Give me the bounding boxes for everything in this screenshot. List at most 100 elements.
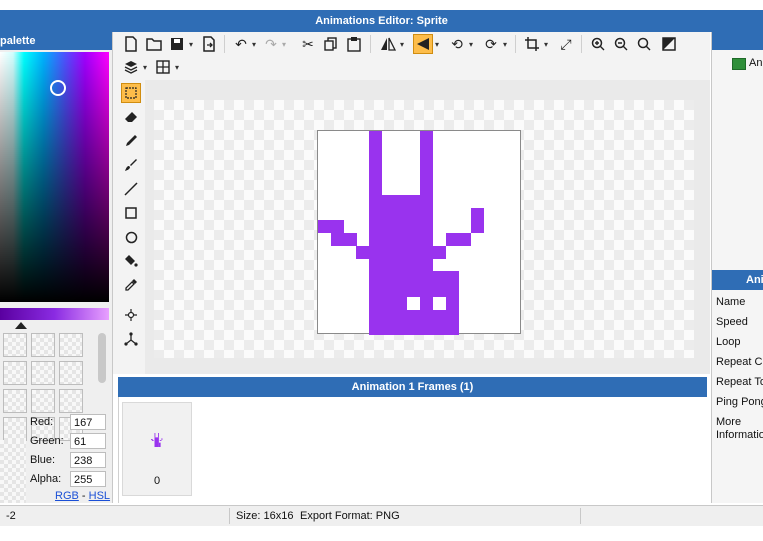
sprite-pixel-block: [318, 220, 344, 233]
swatch[interactable]: [3, 389, 27, 413]
ellipse-tool-icon[interactable]: [121, 227, 141, 247]
window-title: Animations Editor: Sprite: [0, 10, 763, 32]
status-left: -2: [6, 510, 16, 522]
swatch[interactable]: [3, 361, 27, 385]
redo-dropdown-icon[interactable]: ▾: [282, 40, 286, 49]
center-tool-icon[interactable]: [121, 305, 141, 325]
sprite-pixel-block: [471, 208, 484, 233]
blue-field[interactable]: 238: [70, 452, 106, 468]
copy-icon[interactable]: [321, 34, 341, 54]
prop-speed-label: Speed: [716, 316, 748, 328]
color-preview: [0, 440, 26, 503]
swatch[interactable]: [59, 361, 83, 385]
eyedropper-tool-icon[interactable]: [121, 275, 141, 295]
alpha-field[interactable]: 255: [70, 471, 106, 487]
background-icon[interactable]: [659, 34, 679, 54]
green-field[interactable]: 61: [70, 433, 106, 449]
rectangle-tool-icon[interactable]: [121, 203, 141, 223]
link-separator: -: [78, 490, 89, 502]
prop-more-label: More: [716, 416, 742, 428]
flip-vertical-dropdown-icon[interactable]: ▾: [435, 40, 439, 49]
new-file-icon[interactable]: [121, 34, 141, 54]
status-bar: -2 Size: 16x16 Export Format: PNG: [0, 505, 763, 526]
red-field[interactable]: 167: [70, 414, 106, 430]
prop-ping-pong-label: Ping Pong: [716, 396, 763, 408]
color-mode-links: RGB - HSL: [55, 490, 110, 502]
sprite-pixel-block: [369, 131, 382, 195]
prop-information-label: Informatio: [716, 429, 763, 441]
toolbar-separator: [515, 35, 516, 53]
animation-list-item[interactable]: An: [749, 57, 762, 69]
sprite-eye: [407, 297, 420, 310]
sprite-pixel-block: [331, 233, 357, 246]
swatch[interactable]: [31, 361, 55, 385]
alpha-label: Alpha:: [30, 473, 62, 485]
color-picker-handle[interactable]: [50, 80, 66, 96]
undo-dropdown-icon[interactable]: ▾: [252, 40, 256, 49]
line-tool-icon[interactable]: [121, 179, 141, 199]
swatch[interactable]: [3, 333, 27, 357]
rotate-right-icon[interactable]: ⟳: [481, 34, 501, 54]
brush-tool-icon[interactable]: [121, 155, 141, 175]
toolbar-separator: [370, 35, 371, 53]
sprite-pixel-block: [446, 233, 471, 246]
layers-icon[interactable]: [121, 57, 141, 77]
fill-tool-icon[interactable]: [121, 251, 141, 271]
crop-icon[interactable]: [522, 34, 542, 54]
grid-dropdown-icon[interactable]: ▾: [175, 63, 179, 72]
frame-thumbnail[interactable]: 0: [122, 402, 192, 496]
hsl-link[interactable]: HSL: [89, 490, 110, 502]
rotate-right-dropdown-icon[interactable]: ▾: [503, 40, 507, 49]
frames-title: Animation 1 Frames (1): [118, 377, 707, 397]
cut-icon[interactable]: ✂: [298, 34, 318, 54]
status-size: Size: 16x16: [236, 510, 294, 522]
frame-preview: [151, 433, 163, 447]
swatch[interactable]: [31, 389, 55, 413]
hue-slider[interactable]: [0, 308, 109, 320]
save-icon[interactable]: [167, 34, 187, 54]
prop-loop-label: Loop: [716, 336, 741, 348]
zoom-out-icon[interactable]: [611, 34, 631, 54]
open-folder-icon[interactable]: [144, 34, 164, 54]
zoom-in-icon[interactable]: [588, 34, 608, 54]
toolbar-separator: [581, 35, 582, 53]
prop-repeat-count-label: Repeat Co: [716, 356, 763, 368]
main-toolbar: ▾ ↶ ▾ ↷ ▾ ✂ ▾ ▾ ⟲ ▾ ⟳ ▾ ▾ ⤢ ▾ ▾: [113, 32, 710, 81]
frames-panel: [118, 397, 708, 503]
sprite-pixel-block: [433, 246, 446, 259]
transform-tool-icon[interactable]: [121, 329, 141, 349]
layers-dropdown-icon[interactable]: ▾: [143, 63, 147, 72]
green-label: Green:: [30, 435, 64, 447]
status-separator: [580, 508, 581, 524]
rgb-link[interactable]: RGB: [55, 490, 79, 502]
flip-horizontal-icon[interactable]: [378, 34, 398, 54]
resize-icon[interactable]: ⤢: [556, 34, 576, 54]
select-tool-icon[interactable]: [121, 83, 141, 103]
rotate-left-dropdown-icon[interactable]: ▾: [469, 40, 473, 49]
crop-dropdown-icon[interactable]: ▾: [544, 40, 548, 49]
palette-title: palette: [0, 32, 112, 50]
tool-column: [113, 80, 145, 374]
eraser-tool-icon[interactable]: [121, 107, 141, 127]
sprite-pixel-block: [369, 195, 433, 335]
sprite-canvas[interactable]: [317, 130, 521, 335]
animations-panel: An Ani Name Speed Loop Repeat Co Repeat …: [711, 32, 763, 503]
swatch-scrollbar[interactable]: [98, 333, 106, 383]
redo-icon[interactable]: ↷: [261, 34, 281, 54]
undo-icon[interactable]: ↶: [231, 34, 251, 54]
paste-icon[interactable]: [344, 34, 364, 54]
swatch[interactable]: [59, 333, 83, 357]
hue-slider-handle[interactable]: [15, 322, 27, 329]
sprite-pixel-block: [356, 246, 369, 259]
rotate-left-icon[interactable]: ⟲: [447, 34, 467, 54]
pencil-tool-icon[interactable]: [121, 131, 141, 151]
swatch[interactable]: [31, 333, 55, 357]
zoom-fit-icon[interactable]: [634, 34, 654, 54]
flip-vertical-icon[interactable]: [413, 34, 433, 54]
flip-horizontal-dropdown-icon[interactable]: ▾: [400, 40, 404, 49]
grid-icon[interactable]: [153, 57, 173, 77]
save-dropdown-icon[interactable]: ▾: [189, 40, 193, 49]
swatch[interactable]: [59, 389, 83, 413]
swatch[interactable]: [3, 417, 27, 441]
export-icon[interactable]: [199, 34, 219, 54]
